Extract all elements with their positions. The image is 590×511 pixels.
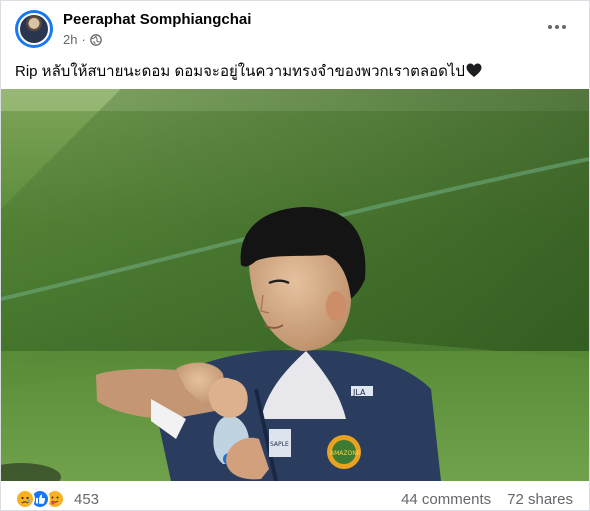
reaction-count[interactable]: 453 [74,491,99,508]
post-photo[interactable]: JLA SAPLE AMAZONE [1,89,589,481]
photo-artwork: JLA SAPLE AMAZONE [1,89,589,481]
club-crest-text: AMAZONE [330,450,361,457]
post-footer: 453 44 comments 72 shares [1,485,589,510]
author-name[interactable]: Peeraphat Somphiangchai [63,11,251,28]
post-message: Rip หลับให้สบายนะดอม ดอมจะอยู่ในความทรงจ… [15,59,482,83]
jersey-logo-text: JLA [352,388,366,397]
more-icon [548,25,566,29]
facebook-post: Peeraphat Somphiangchai 2h · Rip หลับให้… [0,0,590,511]
black-heart-icon [466,63,482,77]
sad-icon [15,489,35,509]
engagement-counts: 44 comments 72 shares [401,491,573,508]
shares-count[interactable]: 72 shares [507,491,573,508]
post-message-text: Rip หลับให้สบายนะดอม ดอมจะอยู่ในความทรงจ… [15,63,465,80]
post-meta: 2h · [63,32,102,47]
jersey-tag-text: SAPLE [270,441,289,448]
avatar-photo [18,13,50,45]
globe-icon[interactable] [89,33,102,46]
post-header: Peeraphat Somphiangchai 2h · [1,1,589,53]
comments-count[interactable]: 44 comments [401,491,491,508]
more-options-button[interactable] [539,13,575,41]
post-timestamp[interactable]: 2h [63,32,77,47]
dot-separator: · [81,32,86,47]
reactions-summary[interactable]: 453 [15,489,99,509]
avatar[interactable] [15,10,53,48]
